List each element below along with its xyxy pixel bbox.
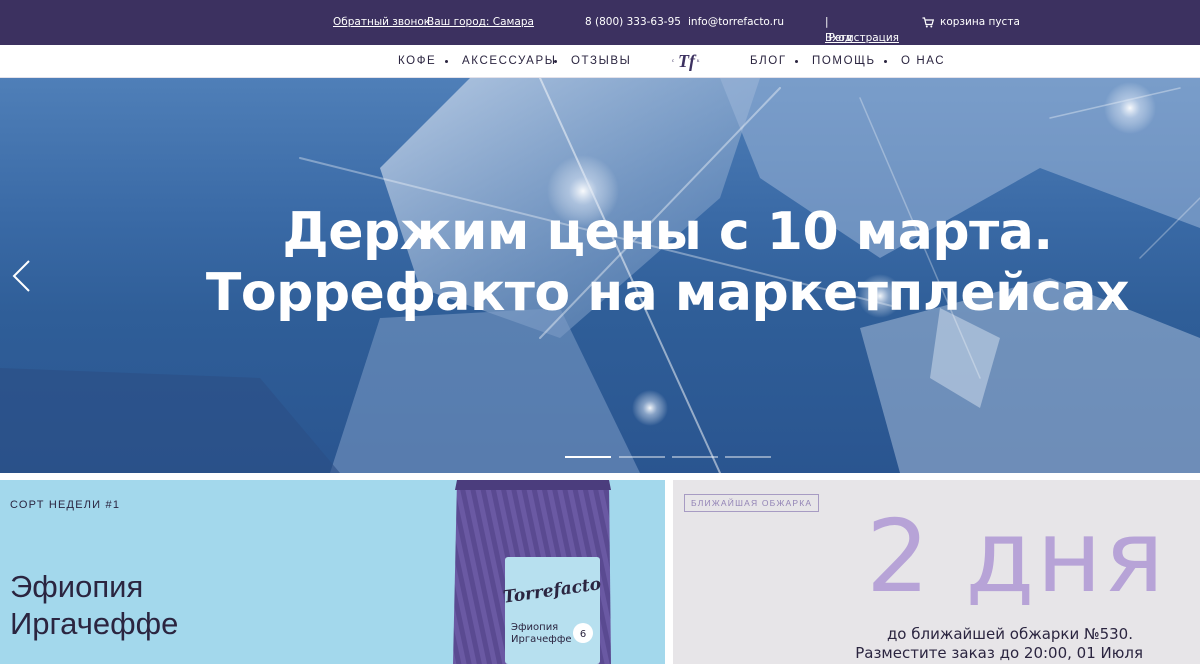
hero-headline-line2: Торрефакто на маркетплейсах [205,263,1130,323]
nav-about[interactable]: О НАС [901,55,945,67]
hero-slider[interactable]: Держим цены с 10 марта. Торрефакто на ма… [0,78,1200,473]
order-deadline-text: Разместите заказ до 20:00, 01 Июля [855,644,1143,662]
phone-number[interactable]: 8 (800) 333-63-95 [585,16,681,28]
slider-pagination [0,456,1200,460]
slider-dot[interactable] [565,456,611,458]
nav-accessories[interactable]: АКСЕССУАРЫ [462,55,557,67]
nav-separator-dot [554,60,557,63]
next-roast-badge: БЛИЖАЙШАЯ ОБЖАРКА [684,494,820,512]
nav-separator-dot [445,60,448,63]
auth-separator: | [825,16,829,28]
top-bar: Обратный звонок Ваш город: Самара 8 (800… [0,0,1200,45]
main-nav: КОФЕ АКСЕССУАРЫ ОТЗЫВЫ БЛОГ ПОМОЩЬ О НАС [0,45,1200,78]
svg-text:к: к [697,59,700,64]
register-link[interactable]: Регистрация [829,32,899,44]
slider-dot[interactable] [619,456,665,458]
email-link[interactable]: info@torrefacto.ru [688,16,784,28]
svg-text:c: c [672,59,675,64]
hero-headline-line1: Держим цены с 10 марта. [282,202,1053,262]
hero-headline[interactable]: Держим цены с 10 марта. Торрефакто на ма… [0,202,1200,324]
chevron-left-icon[interactable] [10,259,32,293]
nav-separator-dot [795,60,798,63]
nav-reviews[interactable]: ОТЗЫВЫ [571,55,631,67]
svg-text:Tf: Tf [678,51,697,71]
slider-dot[interactable] [725,456,771,458]
pack-number: 6 [580,629,586,640]
nav-separator-dot [884,60,887,63]
nav-help[interactable]: ПОМОЩЬ [812,55,876,67]
nav-blog[interactable]: БЛОГ [750,55,787,67]
city-selector-link[interactable]: Ваш город: Самара [427,16,534,28]
cart-link[interactable]: корзина пуста [922,16,1020,28]
coffee-pack-image[interactable]: Torrefacto Эфиопия Иргачеффе 6 [453,480,613,664]
coffee-title-line2: Иргачеффе [10,606,179,641]
pack-name-line1: Эфиопия [511,622,558,633]
cart-icon [922,16,934,27]
pack-name-line2: Иргачеффе [511,634,572,645]
nav-coffee[interactable]: КОФЕ [398,55,436,67]
days-countdown: 2 дня [866,498,1167,615]
next-roast-card: БЛИЖАЙШАЯ ОБЖАРКА 2 дня до ближайшей обж… [673,480,1200,664]
roast-number-text: до ближайшей обжарки №530. [886,625,1133,643]
auth-links: Вход | Регистрация [825,16,899,44]
slider-dot[interactable] [672,456,718,458]
torrefacto-logo-icon[interactable]: c к Tf [668,48,704,74]
coffee-title: Эфиопия Иргачеффе [10,568,270,642]
coffee-title-line1: Эфиопия [10,569,144,604]
coffee-of-the-week-card[interactable]: СОРТ НЕДЕЛИ #1 Эфиопия Иргачеффе Torrefa… [0,480,665,664]
cart-status: корзина пуста [940,16,1020,28]
card-label: СОРТ НЕДЕЛИ #1 [10,499,121,511]
callback-link[interactable]: Обратный звонок [333,16,430,28]
